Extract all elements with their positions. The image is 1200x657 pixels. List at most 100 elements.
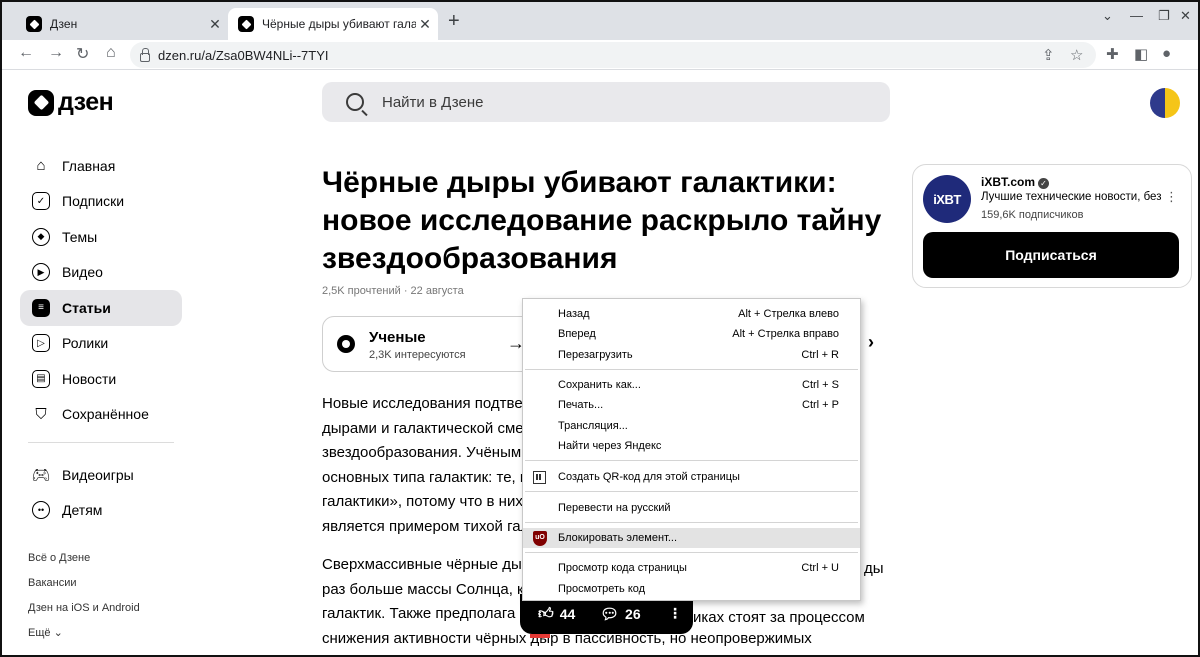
channel-logo-text: iXBT (933, 191, 961, 207)
more-button[interactable]: ⋮ (668, 605, 682, 622)
sidebar-item-articles[interactable]: ≡ Статьи (20, 290, 182, 326)
sidebar-item-saved[interactable]: ⛉ Сохранённое (20, 397, 182, 433)
sidebar-item-news[interactable]: ▤ Новости (20, 361, 182, 397)
menu-item-cast[interactable]: Трансляция... (523, 416, 860, 436)
menu-item-block-element[interactable]: uO Блокировать элемент... (523, 528, 860, 548)
footer-more[interactable]: Ещё ⌄ (28, 625, 140, 650)
star-icon[interactable]: ☆ (1070, 46, 1083, 64)
menu-item-translate[interactable]: Перевести на русский (523, 498, 860, 518)
chevron-right-icon[interactable]: › (868, 332, 874, 353)
search-icon (346, 93, 364, 111)
thumbs-up-icon: 👍︎ (538, 605, 554, 622)
chevron-down-icon[interactable]: ⌄ (1102, 8, 1113, 24)
more-icon: ⋮ (668, 605, 682, 621)
menu-item-print[interactable]: Печать... Ctrl + P (523, 395, 860, 415)
dzen-logo[interactable]: дзен (28, 88, 114, 117)
text-line: раз больше массы Солнца, к (322, 580, 524, 598)
comments-button[interactable]: 💬︎ 26 (600, 605, 641, 623)
channel-card: iXBT iXBT.com ✓ Лучшие технические новост… (912, 164, 1192, 288)
forward-icon[interactable]: → (48, 44, 64, 62)
channel-name[interactable]: iXBT.com ✓ (981, 175, 1050, 189)
sidebar-item-label: Видеоигры (62, 466, 134, 483)
menu-separator (525, 460, 858, 461)
back-icon[interactable]: ← (18, 44, 34, 62)
text-line: дырами и галактической смер (322, 419, 532, 437)
menu-separator (525, 369, 858, 370)
menu-item-label: Перевести на русский (558, 502, 671, 514)
minimize-icon[interactable]: — (1130, 8, 1143, 23)
topic-name: Ученые (369, 329, 426, 346)
menu-item-inspect[interactable]: Просмотреть код (523, 579, 860, 599)
menu-item-label: Перезагрузить (558, 349, 633, 361)
menu-item-view-source[interactable]: Просмотр кода страницы Ctrl + U (523, 558, 860, 578)
menu-item-save-as[interactable]: Сохранить как... Ctrl + S (523, 375, 860, 395)
text-line: галактик. Также предполага (322, 605, 516, 622)
search-input[interactable]: Найти в Дзене (322, 82, 890, 122)
sidebar-item-kids[interactable]: •• Детям (20, 493, 182, 529)
tab-bar: Дзен ✕ Чёрные дыры убивают галакти ✕ + ⌄… (2, 2, 1198, 40)
menu-separator (525, 552, 858, 553)
menu-item-label: Вперед (558, 328, 596, 340)
reload-icon[interactable]: ↻ (76, 44, 89, 64)
sidebar-item-subscriptions[interactable]: ✓ Подписки (20, 184, 182, 220)
menu-item-label: Блокировать элемент... (558, 532, 678, 544)
compass-icon (337, 335, 355, 353)
sidebar-item-video[interactable]: ▶ Видео (20, 255, 182, 291)
channel-description: Лучшие технические новости, без... (981, 191, 1161, 203)
qr-code-icon (533, 470, 546, 484)
tab-dzen[interactable]: Дзен ✕ (16, 8, 228, 40)
menu-item-reload[interactable]: Перезагрузить Ctrl + R (523, 345, 860, 365)
sidebar-footer: Всё о Дзене Вакансии Дзен на iOS и Andro… (28, 550, 140, 650)
sidebar-divider (28, 442, 174, 443)
lock-icon (140, 47, 150, 62)
new-tab-button[interactable]: + (448, 10, 460, 33)
browser-window: Дзен ✕ Чёрные дыры убивают галакти ✕ + ⌄… (0, 0, 1200, 657)
dzen-logo-icon (28, 89, 54, 116)
menu-item-shortcut: Ctrl + S (802, 379, 839, 391)
address-bar[interactable]: dzen.ru/a/Zsa0BW4NLi--7TYI ⇪ ☆ (130, 42, 1096, 68)
sidebar-item-games[interactable]: 🎮︎ Видеоигры (20, 457, 182, 493)
footer-link-jobs[interactable]: Вакансии (28, 575, 140, 600)
like-button[interactable]: 👍︎ 44 (538, 605, 575, 623)
close-icon[interactable]: ✕ (206, 16, 224, 33)
close-window-icon[interactable]: ✕ (1180, 8, 1191, 24)
tab-article[interactable]: Чёрные дыры убивают галакти ✕ (228, 8, 438, 40)
menu-item-label: Найти через Яндекс (558, 440, 662, 452)
sidebar-item-label: Темы (62, 228, 98, 245)
home-icon[interactable]: ⌂ (106, 44, 116, 62)
tab-title: Чёрные дыры убивают галакти (262, 17, 416, 31)
sidepanel-icon[interactable]: ◧ (1134, 45, 1148, 63)
context-menu: Назад Alt + Стрелка влево Вперед Alt + С… (522, 298, 861, 601)
news-icon: ▤ (32, 369, 50, 388)
menu-item-back[interactable]: Назад Alt + Стрелка влево (523, 304, 860, 324)
share-icon[interactable]: ⇪ (1042, 46, 1055, 64)
menu-item-label: Создать QR-код для этой страницы (558, 471, 740, 483)
menu-item-label: Печать... (558, 399, 604, 411)
sidebar-item-home[interactable]: ⌂ Главная (20, 148, 182, 184)
sidebar-item-topics[interactable]: ◆ Темы (20, 219, 182, 255)
topic-card[interactable]: Ученые 2,3K интересуются → (322, 316, 534, 372)
extensions-icon[interactable]: ✚ (1106, 45, 1119, 63)
menu-item-label: Просмотр кода страницы (558, 562, 687, 574)
subscribe-button[interactable]: Подписаться (923, 232, 1179, 278)
channel-logo[interactable]: iXBT (923, 175, 971, 223)
menu-item-forward[interactable]: Вперед Alt + Стрелка вправо (523, 324, 860, 344)
channel-name-text: iXBT.com (981, 175, 1036, 189)
more-icon[interactable]: ⋮ (1165, 189, 1178, 205)
profile-icon[interactable]: ● (1162, 45, 1171, 62)
text-line: звездообразования. Учёным (322, 444, 522, 461)
close-icon[interactable]: ✕ (416, 16, 434, 33)
compass-icon: ◆ (32, 227, 50, 246)
footer-link-about[interactable]: Всё о Дзене (28, 550, 140, 575)
menu-item-search-yandex[interactable]: Найти через Яндекс (523, 436, 860, 456)
footer-link-apps[interactable]: Дзен на iOS и Android (28, 600, 140, 625)
logo-text: дзен (58, 88, 114, 116)
text-line: галактики», потому что в них (322, 493, 523, 510)
restore-icon[interactable]: ❐ (1158, 8, 1170, 24)
video-icon: ▶ (32, 263, 50, 282)
menu-item-qr-code[interactable]: Создать QR-код для этой страницы (523, 467, 860, 487)
clips-icon: ▷ (32, 334, 50, 353)
avatar[interactable] (1150, 88, 1180, 118)
sidebar-item-clips[interactable]: ▷ Ролики (20, 326, 182, 362)
search-placeholder: Найти в Дзене (382, 93, 484, 111)
